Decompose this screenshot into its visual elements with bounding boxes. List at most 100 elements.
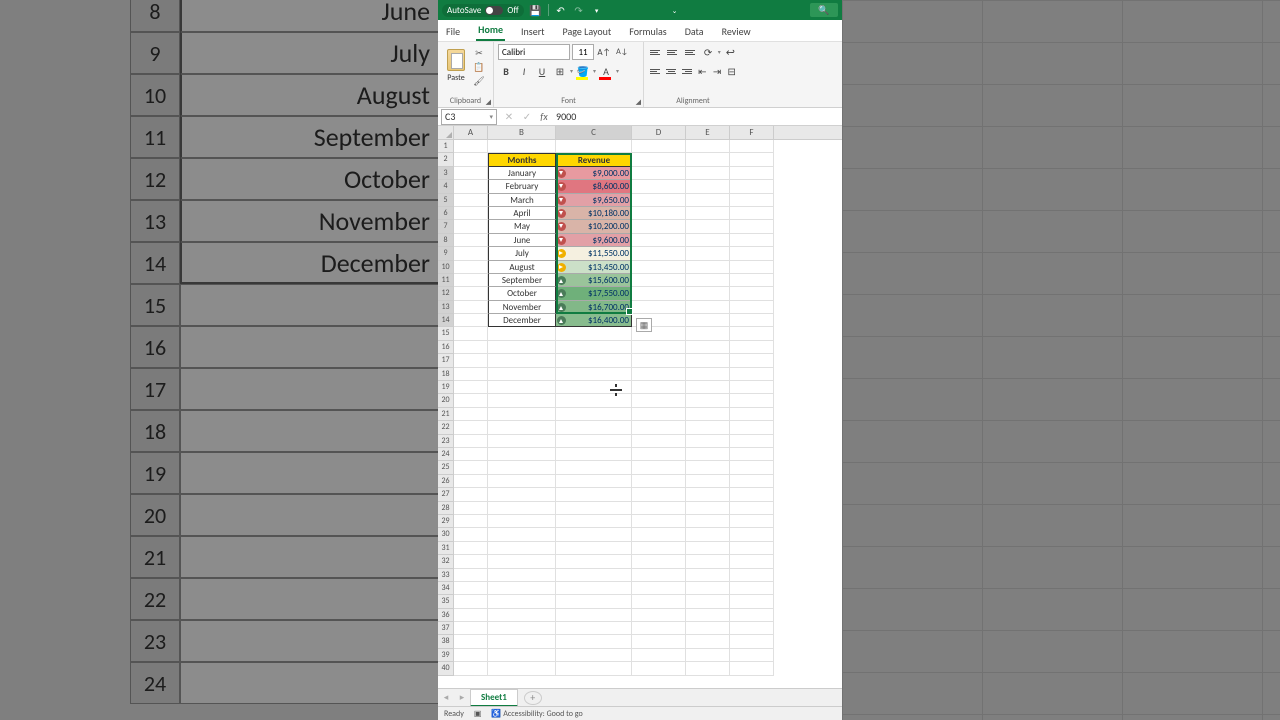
col-header-A[interactable]: A [454, 126, 488, 139]
cell-E25[interactable] [686, 461, 730, 474]
cell-C5[interactable]: $9,650.00 [556, 194, 632, 207]
cell-E3[interactable] [686, 167, 730, 180]
cell-F39[interactable] [730, 649, 774, 662]
cell-A14[interactable] [454, 314, 488, 327]
cell-C21[interactable] [556, 408, 632, 421]
cell-E9[interactable] [686, 247, 730, 260]
cell-D28[interactable] [632, 502, 686, 515]
cell-D20[interactable] [632, 394, 686, 407]
cell-B23[interactable] [488, 435, 556, 448]
cell-A5[interactable] [454, 194, 488, 207]
cell-E30[interactable] [686, 528, 730, 541]
cell-D31[interactable] [632, 542, 686, 555]
font-size-select[interactable] [572, 44, 594, 60]
align-bottom-button[interactable] [683, 46, 698, 58]
font-name-select[interactable] [498, 44, 570, 60]
row-header[interactable]: 29 [438, 515, 454, 528]
cell-E40[interactable] [686, 662, 730, 675]
qat-dropdown-icon[interactable]: ▾ [591, 4, 603, 16]
cell-D6[interactable] [632, 207, 686, 220]
cell-F5[interactable] [730, 194, 774, 207]
row-header[interactable]: 20 [438, 394, 454, 407]
cancel-formula-icon[interactable]: ✕ [500, 110, 518, 123]
cell-D23[interactable] [632, 435, 686, 448]
cell-A29[interactable] [454, 515, 488, 528]
search-button[interactable]: 🔍 [810, 3, 838, 17]
cell-F17[interactable] [730, 354, 774, 367]
cell-F4[interactable] [730, 180, 774, 193]
row-header[interactable]: 17 [438, 354, 454, 367]
cell-B12[interactable]: October [488, 287, 556, 300]
row-header[interactable]: 2 [438, 153, 454, 166]
cell-F20[interactable] [730, 394, 774, 407]
quick-analysis-icon[interactable]: ▦ [636, 318, 652, 332]
cell-C3[interactable]: $9,000.00 [556, 167, 632, 180]
cell-F18[interactable] [730, 368, 774, 381]
cell-F2[interactable] [730, 153, 774, 166]
cell-D38[interactable] [632, 635, 686, 648]
cell-E38[interactable] [686, 635, 730, 648]
cell-B27[interactable] [488, 488, 556, 501]
cell-F19[interactable] [730, 381, 774, 394]
cell-F11[interactable] [730, 274, 774, 287]
cell-A13[interactable] [454, 301, 488, 314]
tab-page-layout[interactable]: Page Layout [561, 22, 614, 41]
row-header[interactable]: 28 [438, 502, 454, 515]
cell-D32[interactable] [632, 555, 686, 568]
cell-F15[interactable] [730, 327, 774, 340]
cell-E22[interactable] [686, 421, 730, 434]
font-color-button[interactable]: A [598, 63, 614, 79]
paste-button[interactable]: Paste [442, 44, 470, 88]
row-header[interactable]: 5 [438, 194, 454, 207]
cell-A6[interactable] [454, 207, 488, 220]
cell-E8[interactable] [686, 234, 730, 247]
cell-D7[interactable] [632, 220, 686, 233]
cell-C33[interactable] [556, 569, 632, 582]
cell-B22[interactable] [488, 421, 556, 434]
align-middle-button[interactable] [665, 46, 680, 58]
row-header[interactable]: 14 [438, 314, 454, 327]
cell-C4[interactable]: $8,600.00 [556, 180, 632, 193]
col-header-E[interactable]: E [686, 126, 730, 139]
cell-B1[interactable] [488, 140, 556, 153]
cell-A25[interactable] [454, 461, 488, 474]
col-header-D[interactable]: D [632, 126, 686, 139]
row-header[interactable]: 31 [438, 542, 454, 555]
cell-B34[interactable] [488, 582, 556, 595]
cell-C37[interactable] [556, 622, 632, 635]
row-header[interactable]: 15 [438, 327, 454, 340]
add-sheet-button[interactable]: + [524, 691, 542, 705]
row-header[interactable]: 9 [438, 247, 454, 260]
cell-B24[interactable] [488, 448, 556, 461]
cell-E32[interactable] [686, 555, 730, 568]
row-header[interactable]: 22 [438, 421, 454, 434]
cell-A34[interactable] [454, 582, 488, 595]
cell-A26[interactable] [454, 475, 488, 488]
cell-A22[interactable] [454, 421, 488, 434]
fill-color-button[interactable]: 🪣 [575, 63, 591, 79]
cell-B5[interactable]: March [488, 194, 556, 207]
merge-button[interactable]: ⊟ [725, 63, 738, 79]
wrap-text-button[interactable]: ↩ [723, 44, 738, 60]
cell-C23[interactable] [556, 435, 632, 448]
cell-F25[interactable] [730, 461, 774, 474]
row-header[interactable]: 39 [438, 649, 454, 662]
row-header[interactable]: 23 [438, 435, 454, 448]
cell-A11[interactable] [454, 274, 488, 287]
cell-C13[interactable]: $16,700.00 [556, 301, 632, 314]
cell-B40[interactable] [488, 662, 556, 675]
cell-E16[interactable] [686, 341, 730, 354]
cell-E5[interactable] [686, 194, 730, 207]
cell-B28[interactable] [488, 502, 556, 515]
border-button[interactable]: ⊞ [552, 63, 568, 79]
font-launcher-icon[interactable]: ◢ [636, 97, 641, 106]
fx-icon[interactable]: fx [536, 110, 552, 123]
row-header[interactable]: 13 [438, 301, 454, 314]
cell-C36[interactable] [556, 609, 632, 622]
cell-B7[interactable]: May [488, 220, 556, 233]
cell-E12[interactable] [686, 287, 730, 300]
cell-F35[interactable] [730, 595, 774, 608]
cell-D5[interactable] [632, 194, 686, 207]
cell-E14[interactable] [686, 314, 730, 327]
cell-C27[interactable] [556, 488, 632, 501]
